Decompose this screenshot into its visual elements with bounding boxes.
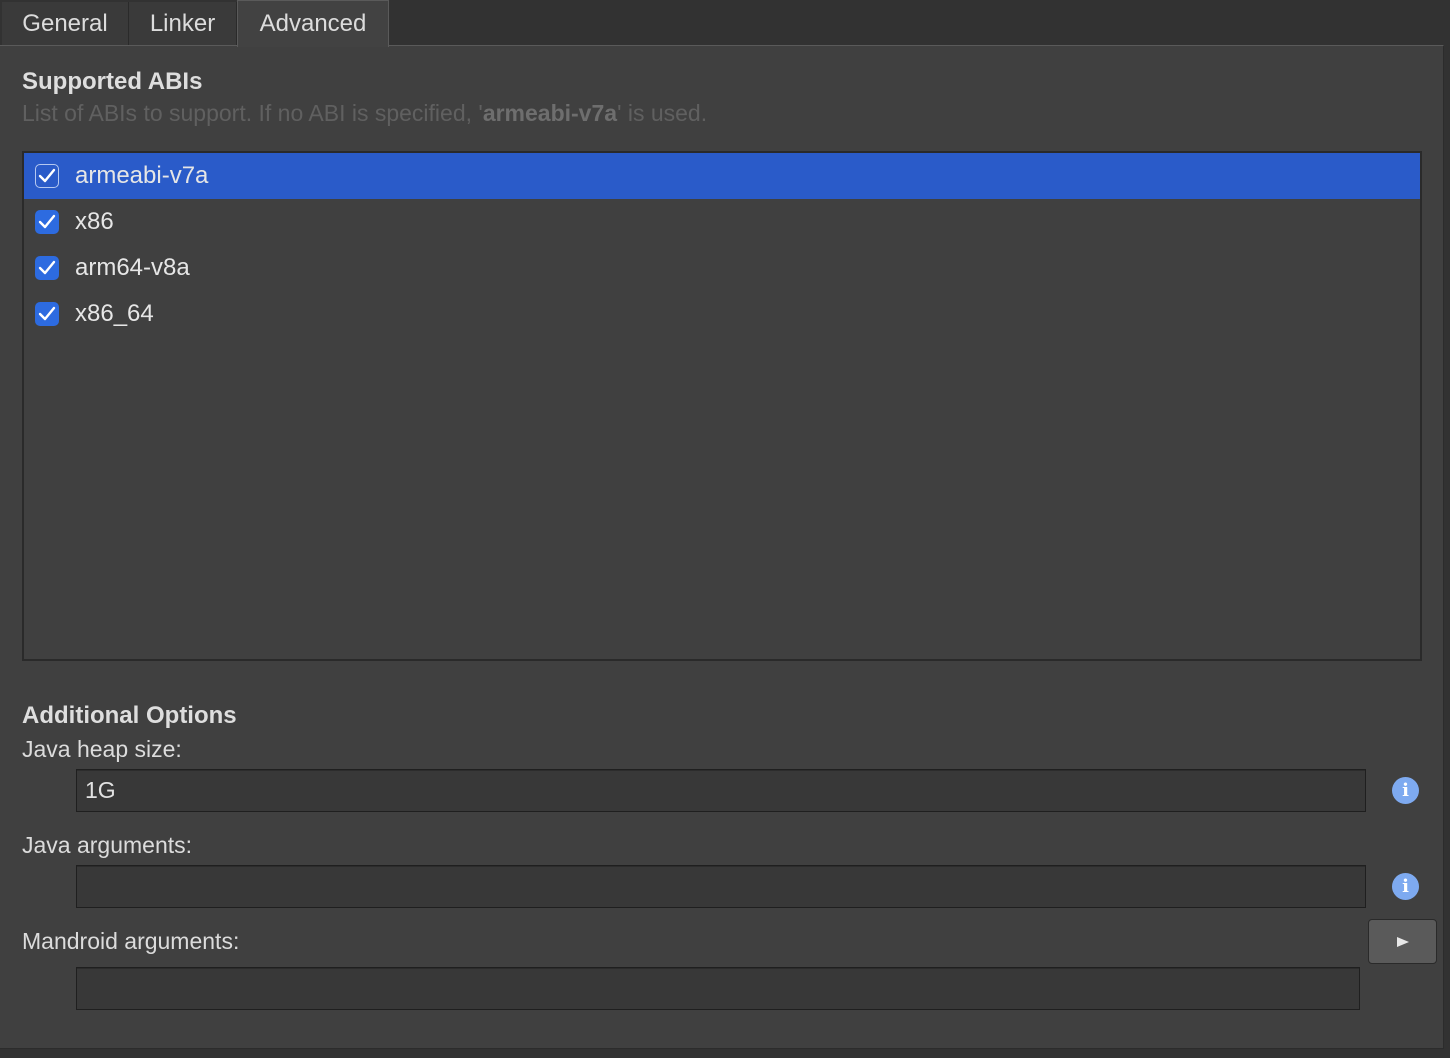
abi-item-armeabi-v7a[interactable]: armeabi-v7a: [24, 153, 1420, 199]
mandroid-arguments-input[interactable]: [76, 967, 1360, 1010]
abi-item-x86_64[interactable]: x86_64: [24, 291, 1420, 337]
java-arguments-label: Java arguments:: [22, 832, 193, 858]
abi-item-arm64-v8a[interactable]: arm64-v8a: [24, 245, 1420, 291]
abi-label: armeabi-v7a: [75, 162, 209, 189]
advanced-panel: Supported ABIs List of ABIs to support. …: [0, 45, 1444, 1049]
tab-linker-label: Linker: [149, 10, 216, 37]
info-icon[interactable]: i: [1392, 777, 1419, 804]
abi-list[interactable]: armeabi-v7a x86 arm64-v8a x86_64: [22, 151, 1422, 661]
tab-linker[interactable]: Linker: [129, 2, 237, 46]
info-icon[interactable]: i: [1392, 873, 1419, 900]
additional-options-title: Additional Options: [22, 702, 237, 729]
tab-general[interactable]: General: [2, 2, 129, 46]
java-arguments-input[interactable]: [76, 865, 1366, 908]
abi-label: x86: [75, 208, 114, 235]
description-default-abi: armeabi-v7a: [482, 100, 618, 126]
checkmark-icon: [38, 306, 56, 321]
supported-abis-title: Supported ABIs: [22, 68, 203, 95]
checkmark-icon: [38, 168, 56, 183]
supported-abis-description: List of ABIs to support. If no ABI is sp…: [22, 100, 707, 127]
java-heap-size-label: Java heap size:: [22, 736, 182, 762]
description-suffix: ' is used.: [617, 100, 708, 126]
description-prefix: List of ABIs to support. If no ABI is sp…: [22, 100, 483, 126]
tab-advanced[interactable]: Advanced: [237, 0, 389, 47]
java-heap-size-input[interactable]: [76, 769, 1366, 812]
tab-advanced-label: Advanced: [259, 10, 367, 37]
abi-checkbox[interactable]: [35, 302, 59, 326]
checkmark-icon: [38, 260, 56, 275]
abi-checkbox[interactable]: [35, 210, 59, 234]
run-button[interactable]: [1368, 919, 1437, 964]
tab-bar: General Linker Advanced: [0, 0, 1450, 47]
abi-checkbox[interactable]: [35, 256, 59, 280]
abi-label: x86_64: [75, 300, 154, 327]
mandroid-arguments-label: Mandroid arguments:: [22, 928, 240, 954]
play-icon: [1396, 936, 1409, 947]
tab-general-label: General: [22, 10, 108, 37]
abi-item-x86[interactable]: x86: [24, 199, 1420, 245]
abi-checkbox[interactable]: [35, 164, 59, 188]
checkmark-icon: [38, 214, 56, 229]
abi-label: arm64-v8a: [75, 254, 190, 281]
